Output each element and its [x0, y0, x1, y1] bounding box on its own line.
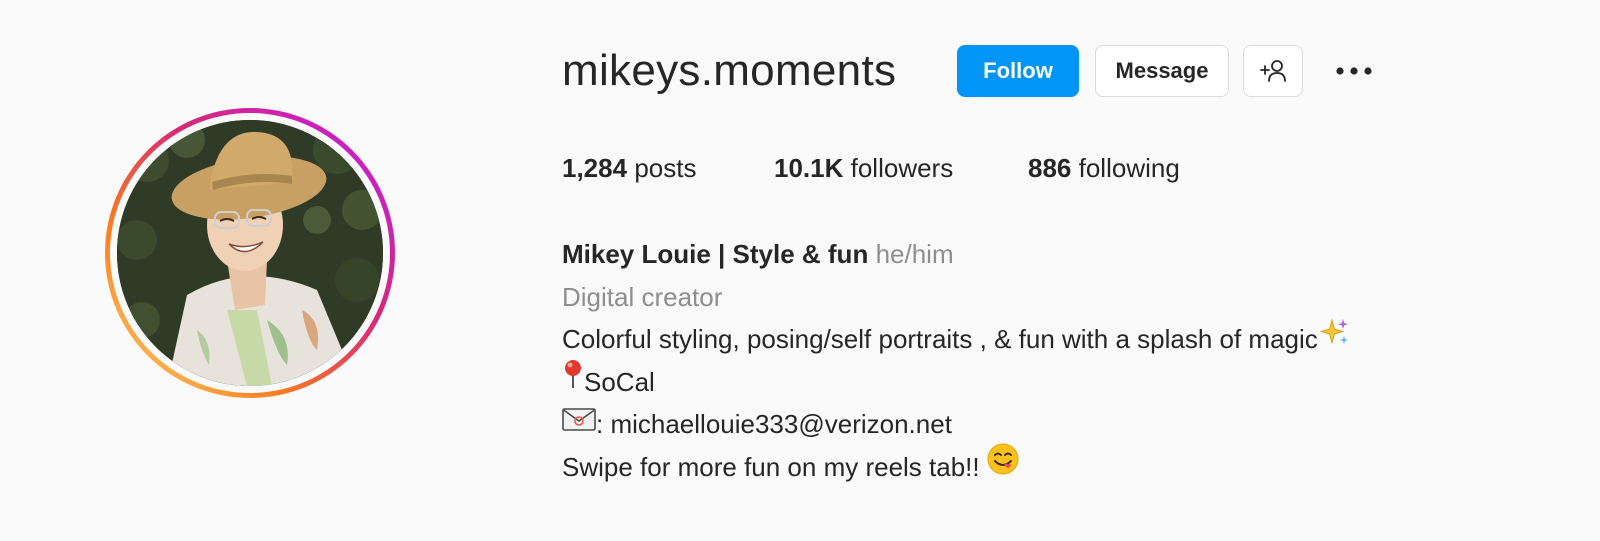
sparkles-icon: [1318, 317, 1350, 360]
full-name: Mikey Louie | Style & fun: [562, 239, 869, 269]
cta-text: Swipe for more fun on my reels tab!!: [562, 451, 987, 482]
email-line: : michaellouie333@verizon.net: [562, 403, 1350, 446]
pin-icon: [562, 359, 584, 402]
following-link[interactable]: 886 following: [1028, 153, 1180, 184]
envelope-icon: [562, 402, 596, 445]
profile-bio: Mikey Louie | Style & fun he/him Digital…: [562, 233, 1350, 488]
posts-stat: 1,284 posts: [562, 153, 696, 184]
username: mikeys.moments: [562, 46, 897, 95]
profile-photo: [117, 120, 383, 386]
follow-button[interactable]: Follow: [957, 45, 1079, 97]
pronouns: he/him: [875, 239, 954, 269]
following-count: 886: [1028, 153, 1072, 183]
email-text[interactable]: : michaellouie333@verizon.net: [596, 409, 952, 439]
bio-cta-line: Swipe for more fun on my reels tab!!: [562, 443, 1350, 489]
followers-label: followers: [850, 153, 954, 183]
posts-count: 1,284: [562, 153, 628, 183]
bio-line: Colorful styling, posing/self portraits …: [562, 318, 1350, 361]
location-line: SoCal: [562, 359, 1350, 404]
posts-label: posts: [634, 153, 697, 183]
more-options-button[interactable]: [1332, 56, 1376, 86]
avatar[interactable]: [117, 120, 383, 386]
bio-text: Colorful styling, posing/self portraits …: [562, 324, 1318, 354]
followers-count: 10.1K: [774, 153, 844, 183]
following-label: following: [1078, 153, 1180, 183]
category-label: Digital creator: [562, 281, 723, 312]
person-add-icon: [1260, 60, 1286, 82]
location-text: SoCal: [584, 366, 655, 397]
message-button[interactable]: Message: [1095, 45, 1229, 97]
profile-header: mikeys.moments Follow Message 1,284 post…: [0, 0, 1600, 541]
yum-face-icon: [987, 443, 1019, 488]
story-ring[interactable]: [105, 108, 395, 398]
more-options-icon: [1336, 67, 1372, 75]
suggest-similar-button[interactable]: [1243, 45, 1303, 97]
followers-link[interactable]: 10.1K followers: [774, 153, 953, 184]
